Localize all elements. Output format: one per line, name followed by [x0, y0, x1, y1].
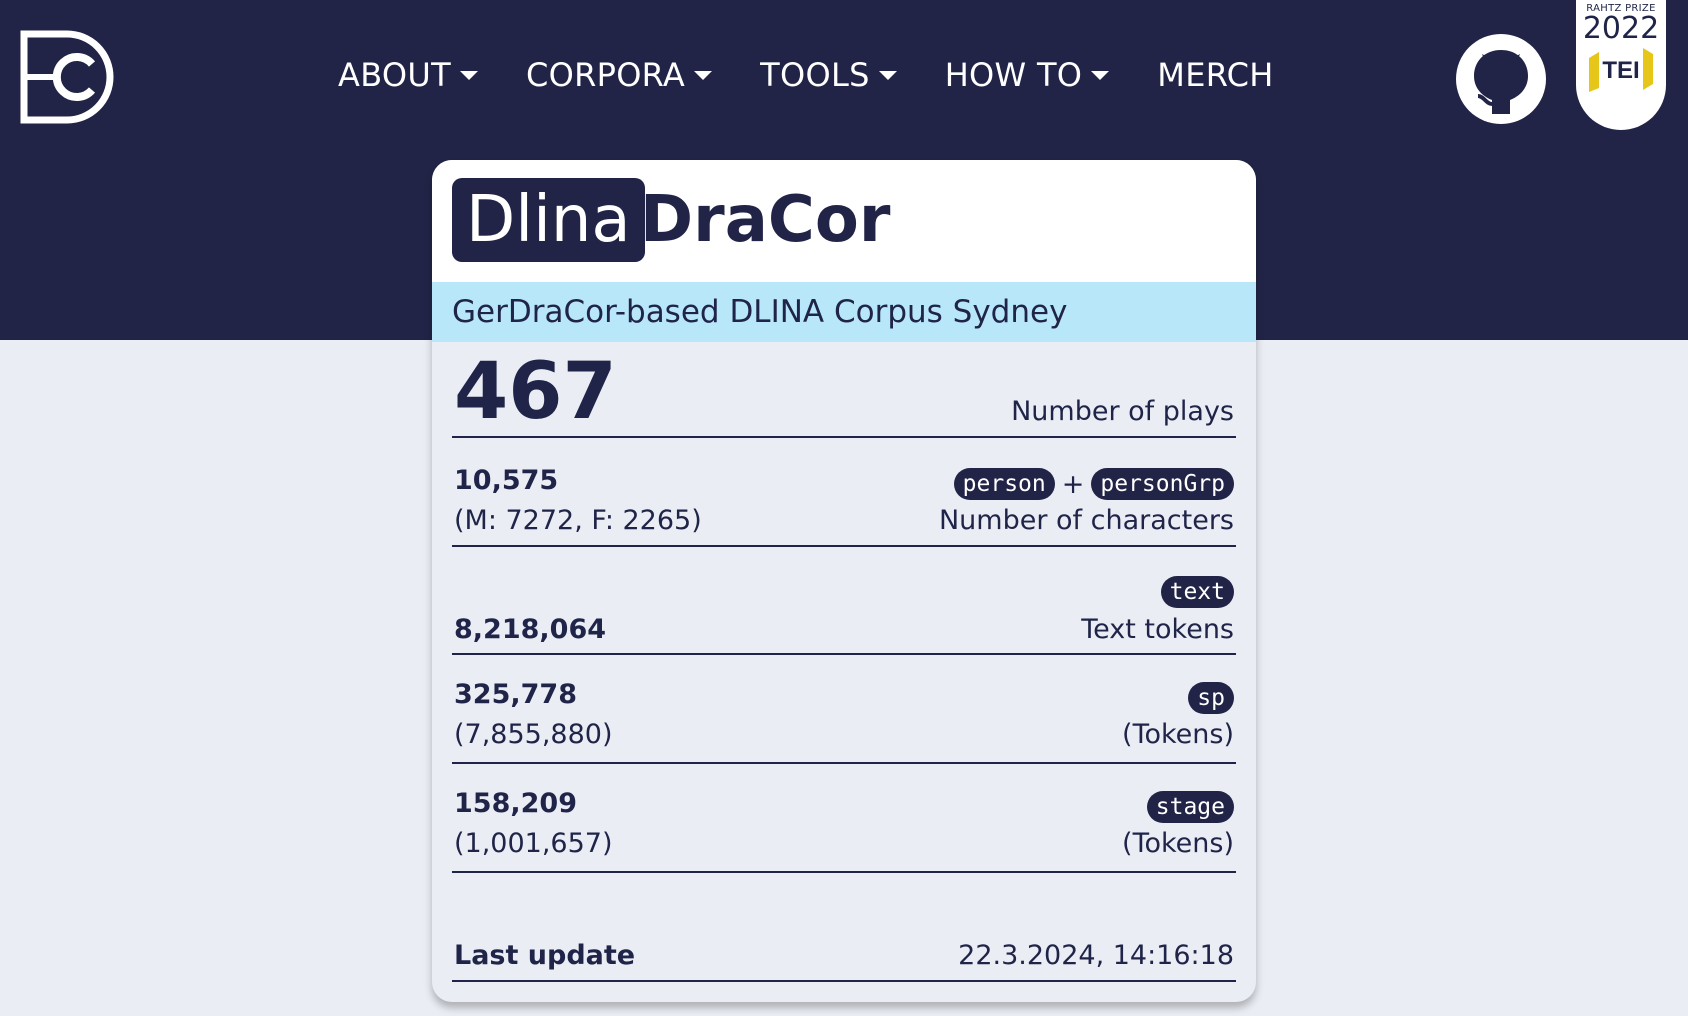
nav-tools[interactable]: TOOLS: [760, 56, 897, 94]
characters-breakdown: (M: 7272, F: 2265): [454, 505, 702, 536]
caret-down-icon: [878, 70, 897, 80]
text-row: text 8,218,064 Text tokens: [452, 547, 1236, 655]
github-icon[interactable]: [1456, 34, 1546, 124]
nav-merch[interactable]: MERCH: [1157, 56, 1273, 94]
characters-label: Number of characters: [938, 505, 1234, 536]
main-nav: ABOUT CORPORA TOOLS HOW TO MERCH: [338, 52, 1322, 98]
tag-stage: stage: [1146, 791, 1234, 823]
corpus-stats: 467 Number of plays 10,575 (M: 7272, F: …: [432, 342, 1256, 982]
stage-tokens: (1,001,657): [454, 828, 613, 859]
text-tokens-label: Text tokens: [1081, 614, 1234, 645]
plus-sign: +: [1061, 468, 1085, 500]
stage-tokens-label: (Tokens): [1122, 828, 1234, 859]
characters-count: 10,575: [454, 465, 559, 496]
brand-suffix: DraCor: [640, 183, 891, 257]
card-header: Dlina DraCor: [432, 160, 1256, 282]
last-update-row: Last update 22.3.2024, 14:16:18: [452, 873, 1236, 982]
stage-tags: stage: [1146, 791, 1234, 823]
text-tags: text: [1160, 576, 1234, 608]
stage-count: 158,209: [454, 788, 577, 819]
tag-sp: sp: [1188, 682, 1234, 714]
tei-logo-icon: TEI: [1589, 48, 1653, 92]
nav-tools-label: TOOLS: [760, 56, 870, 94]
caret-down-icon: [459, 70, 478, 80]
sp-tags: sp: [1188, 682, 1234, 714]
corpus-subtitle: GerDraCor-based DLINA Corpus Sydney: [432, 282, 1256, 342]
characters-row: 10,575 (M: 7272, F: 2265) person + perso…: [452, 438, 1236, 547]
nav-howto[interactable]: HOW TO: [945, 56, 1110, 94]
sp-row: 325,778 (7,855,880) sp (Tokens): [452, 655, 1236, 764]
sp-count: 325,778: [454, 679, 577, 710]
tei-logo-text: TEI: [1602, 57, 1639, 84]
nav-about[interactable]: ABOUT: [338, 56, 478, 94]
plays-label: Number of plays: [1011, 396, 1234, 427]
last-update-value: 22.3.2024, 14:16:18: [958, 940, 1234, 971]
rahtz-prize-badge[interactable]: RAHTZ PRIZE 2022 TEI: [1576, 0, 1666, 130]
nav-about-label: ABOUT: [338, 56, 451, 94]
nav-corpora[interactable]: CORPORA: [525, 56, 713, 94]
sp-tokens-label: (Tokens): [1122, 719, 1234, 750]
text-tokens-count: 8,218,064: [454, 614, 607, 645]
tag-text: text: [1160, 576, 1234, 608]
plays-row: 467 Number of plays: [452, 342, 1236, 438]
nav-merch-label: MERCH: [1157, 56, 1274, 94]
stage-row: 158,209 (1,001,657) stage (Tokens): [452, 764, 1236, 873]
caret-down-icon: [694, 70, 713, 80]
nav-corpora-label: CORPORA: [525, 56, 686, 94]
dracor-logo-icon[interactable]: [20, 30, 114, 124]
characters-tags: person + personGrp: [953, 468, 1234, 500]
brand-prefix: Dlina: [452, 178, 645, 262]
tag-persongrp: personGrp: [1091, 468, 1234, 500]
nav-howto-label: HOW TO: [944, 56, 1083, 94]
last-update-label: Last update: [454, 940, 636, 971]
caret-down-icon: [1091, 70, 1110, 80]
prize-year: 2022: [1582, 11, 1660, 46]
tag-person: person: [953, 468, 1055, 500]
corpus-card[interactable]: Dlina DraCor GerDraCor-based DLINA Corpu…: [432, 160, 1256, 1002]
sp-tokens: (7,855,880): [454, 719, 613, 750]
plays-count: 467: [454, 347, 617, 437]
